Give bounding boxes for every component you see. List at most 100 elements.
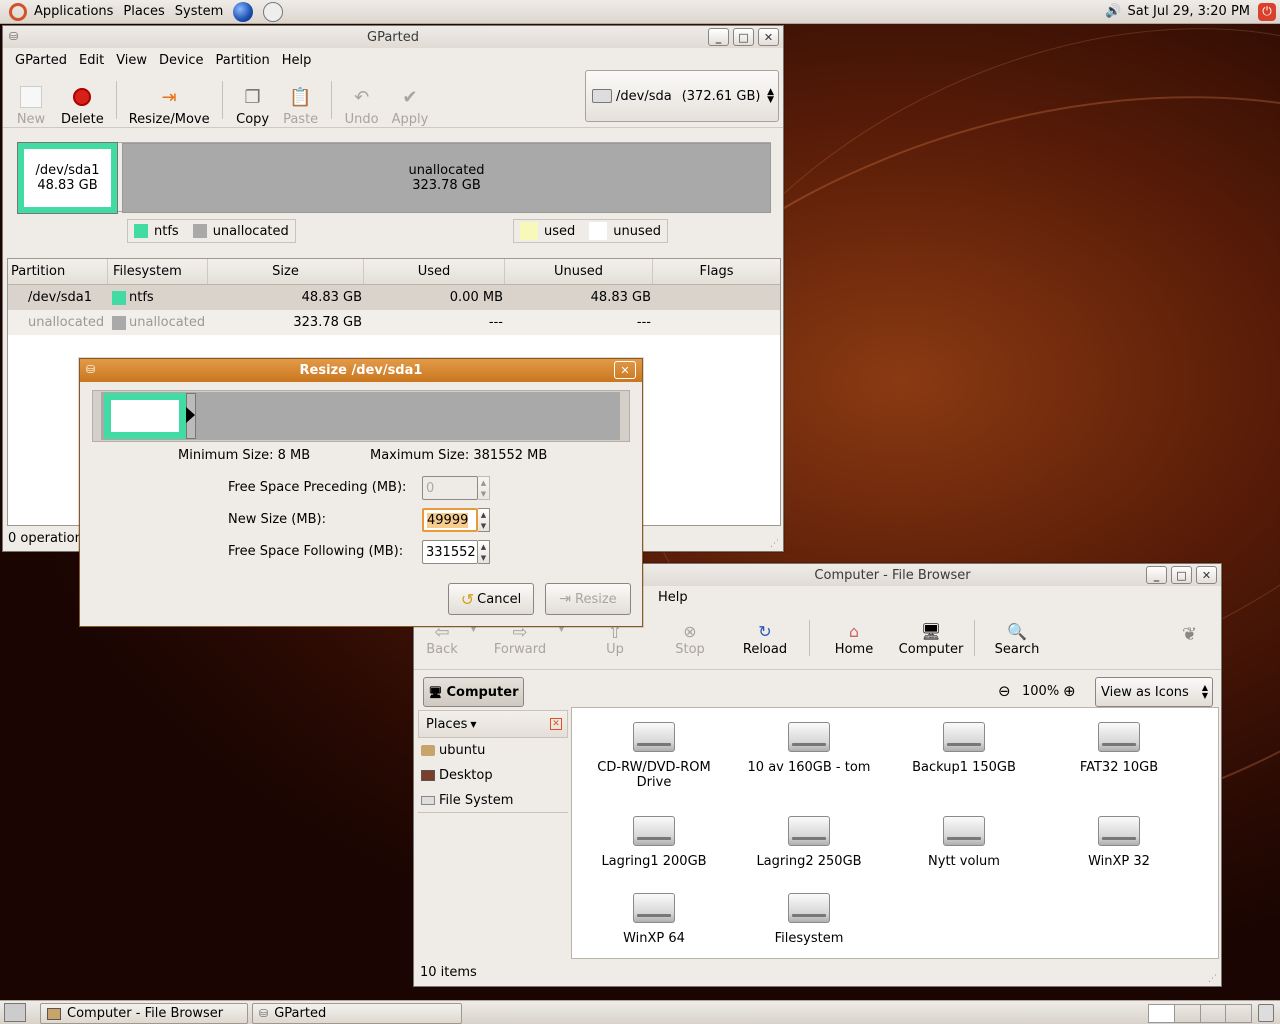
minimize-button[interactable]: _ [708,28,729,46]
menu-device[interactable]: Device [159,53,203,68]
resize-dialog-titlebar[interactable]: ⛁ Resize /dev/sda1 ✕ [80,359,642,382]
cancel-button[interactable]: ↺ Cancel [448,583,534,615]
taskbar-item-gparted[interactable]: ⛁ GParted [252,1003,462,1024]
applications-menu[interactable]: Applications [34,4,113,19]
resize-button[interactable]: ⇥ Resize [545,583,631,615]
partition-block-unallocated[interactable]: unallocated 323.78 GB [122,143,771,213]
copy-button[interactable]: ❐ Copy [229,73,277,128]
apply-button[interactable]: ✔ Apply [386,73,435,128]
drive-item[interactable]: Lagring2 250GB [734,816,884,869]
reload-button[interactable]: ↻ Reload [740,622,790,657]
back-button[interactable]: ⇦ Back [422,622,462,657]
power-icon[interactable]: ⏻ [1258,2,1276,21]
volume-icon[interactable]: 🔊 [1105,4,1121,19]
resize-move-button[interactable]: ⇥ Resize/Move [123,73,216,128]
window-menu-icon[interactable]: ⛁ [86,363,95,376]
minimize-button[interactable]: _ [1146,566,1167,584]
partition-block-sda1[interactable]: /dev/sda1 48.83 GB [17,142,118,214]
drive-item[interactable]: 10 av 160GB - tom [734,722,884,775]
col-size[interactable]: Size [208,259,364,284]
gparted-titlebar[interactable]: ⛁ GParted _ □ ✕ [3,26,783,48]
preceding-stepper[interactable]: ▲ ▼ [478,476,490,500]
home-button[interactable]: ⌂ Home [832,622,876,657]
zoom-in-icon[interactable]: ⊕ [1063,682,1076,700]
system-menu[interactable]: System [175,4,223,19]
workspace-4[interactable] [1226,1005,1251,1022]
preceding-input[interactable]: 0 [422,476,478,500]
menu-partition[interactable]: Partition [216,53,270,68]
ubuntu-logo-icon[interactable] [9,2,27,21]
new-size-input[interactable]: 49999 [422,508,478,532]
places-menu[interactable]: Places [123,4,164,19]
up-button[interactable]: ⇧ Up [600,622,630,657]
location-computer-button[interactable]: 🖥 Computer [423,677,524,707]
close-pane-icon[interactable]: ✕ [550,718,562,730]
stop-button[interactable]: ⊗ Stop [670,622,710,657]
trash-icon[interactable] [1258,1004,1274,1022]
table-row[interactable]: unallocated unallocated 323.78 GB --- --… [8,310,780,335]
workspace-2[interactable] [1175,1005,1201,1022]
col-filesystem[interactable]: Filesystem [108,259,208,284]
partition-handle-block[interactable] [104,393,186,439]
menu-help[interactable]: Help [658,590,688,605]
workspace-3[interactable] [1201,1005,1227,1022]
workspace-1[interactable] [1149,1005,1175,1022]
maximize-button[interactable]: □ [1171,566,1192,584]
new-size-spinbutton[interactable]: 49999 ▲ ▼ [422,508,490,532]
clock[interactable]: Sat Jul 29, 3:20 PM [1128,4,1250,19]
col-flags[interactable]: Flags [653,259,780,284]
workspace-switcher[interactable] [1148,1004,1252,1023]
partition-block-name: /dev/sda1 [35,163,100,178]
new-button[interactable]: New [7,73,55,127]
places-item-desktop[interactable]: Desktop [418,763,568,788]
drive-item[interactable]: Filesystem [734,893,884,946]
col-partition[interactable]: Partition [8,259,108,284]
close-button[interactable]: ✕ [614,361,636,379]
col-unused[interactable]: Unused [505,259,653,284]
search-button[interactable]: 🔍 Search [992,622,1042,657]
computer-button[interactable]: 🖥 Computer [896,622,966,657]
drive-item[interactable]: CD-RW/DVD-ROM Drive [579,722,729,790]
paste-button[interactable]: 📋 Paste [277,73,325,128]
delete-button[interactable]: Delete [55,73,110,127]
resize-slider[interactable] [92,390,630,442]
menu-gparted[interactable]: GParted [15,53,67,68]
view-mode-select[interactable]: View as Icons ▲ ▼ [1095,677,1213,707]
chevron-updown-icon: ▲ ▼ [1201,683,1208,700]
drive-item[interactable]: Nytt volum [889,816,1039,869]
places-item-ubuntu[interactable]: ubuntu [418,738,568,763]
menu-edit[interactable]: Edit [79,53,104,68]
mail-clock-icon[interactable] [263,1,284,22]
web-browser-icon[interactable] [233,1,254,22]
taskbar-item-file-browser[interactable]: Computer - File Browser [40,1003,248,1024]
window-menu-icon[interactable]: ⛁ [9,30,18,43]
menu-help[interactable]: Help [282,53,312,68]
undo-button[interactable]: ↶ Undo [338,73,386,128]
following-spinbutton[interactable]: 331552 ▲ ▼ [422,540,490,564]
table-row[interactable]: /dev/sda1 ntfs 48.83 GB 0.00 MB 48.83 GB [8,285,780,310]
col-used[interactable]: Used [364,259,505,284]
unallocated-swatch [112,315,126,330]
forward-button[interactable]: ⇨ Forward [492,622,548,657]
following-input[interactable]: 331552 [422,540,478,564]
drive-item[interactable]: Lagring1 200GB [579,816,729,869]
resize-grip-icon[interactable]: ⋰ [770,539,779,549]
places-dropdown[interactable]: Places [426,717,467,732]
drive-item[interactable]: FAT32 10GB [1044,722,1194,775]
resize-grip-icon[interactable]: ⋰ [1208,974,1217,984]
new-size-stepper[interactable]: ▲ ▼ [478,508,490,532]
zoom-out-icon[interactable]: ⊖ [998,682,1011,700]
zoom-level[interactable]: 100% [1022,684,1059,699]
device-selector[interactable]: /dev/sda (372.61 GB) ▲ ▼ [585,70,779,122]
close-button[interactable]: ✕ [758,28,779,46]
preceding-spinbutton[interactable]: 0 ▲ ▼ [422,476,490,500]
places-item-filesystem[interactable]: File System [418,788,568,813]
following-stepper[interactable]: ▲ ▼ [478,540,490,564]
drive-item[interactable]: WinXP 32 [1044,816,1194,869]
close-button[interactable]: ✕ [1196,566,1217,584]
menu-view[interactable]: View [116,53,147,68]
drive-item[interactable]: WinXP 64 [579,893,729,946]
drive-item[interactable]: Backup1 150GB [889,722,1039,775]
show-desktop-icon[interactable] [4,1003,26,1022]
maximize-button[interactable]: □ [733,28,754,46]
